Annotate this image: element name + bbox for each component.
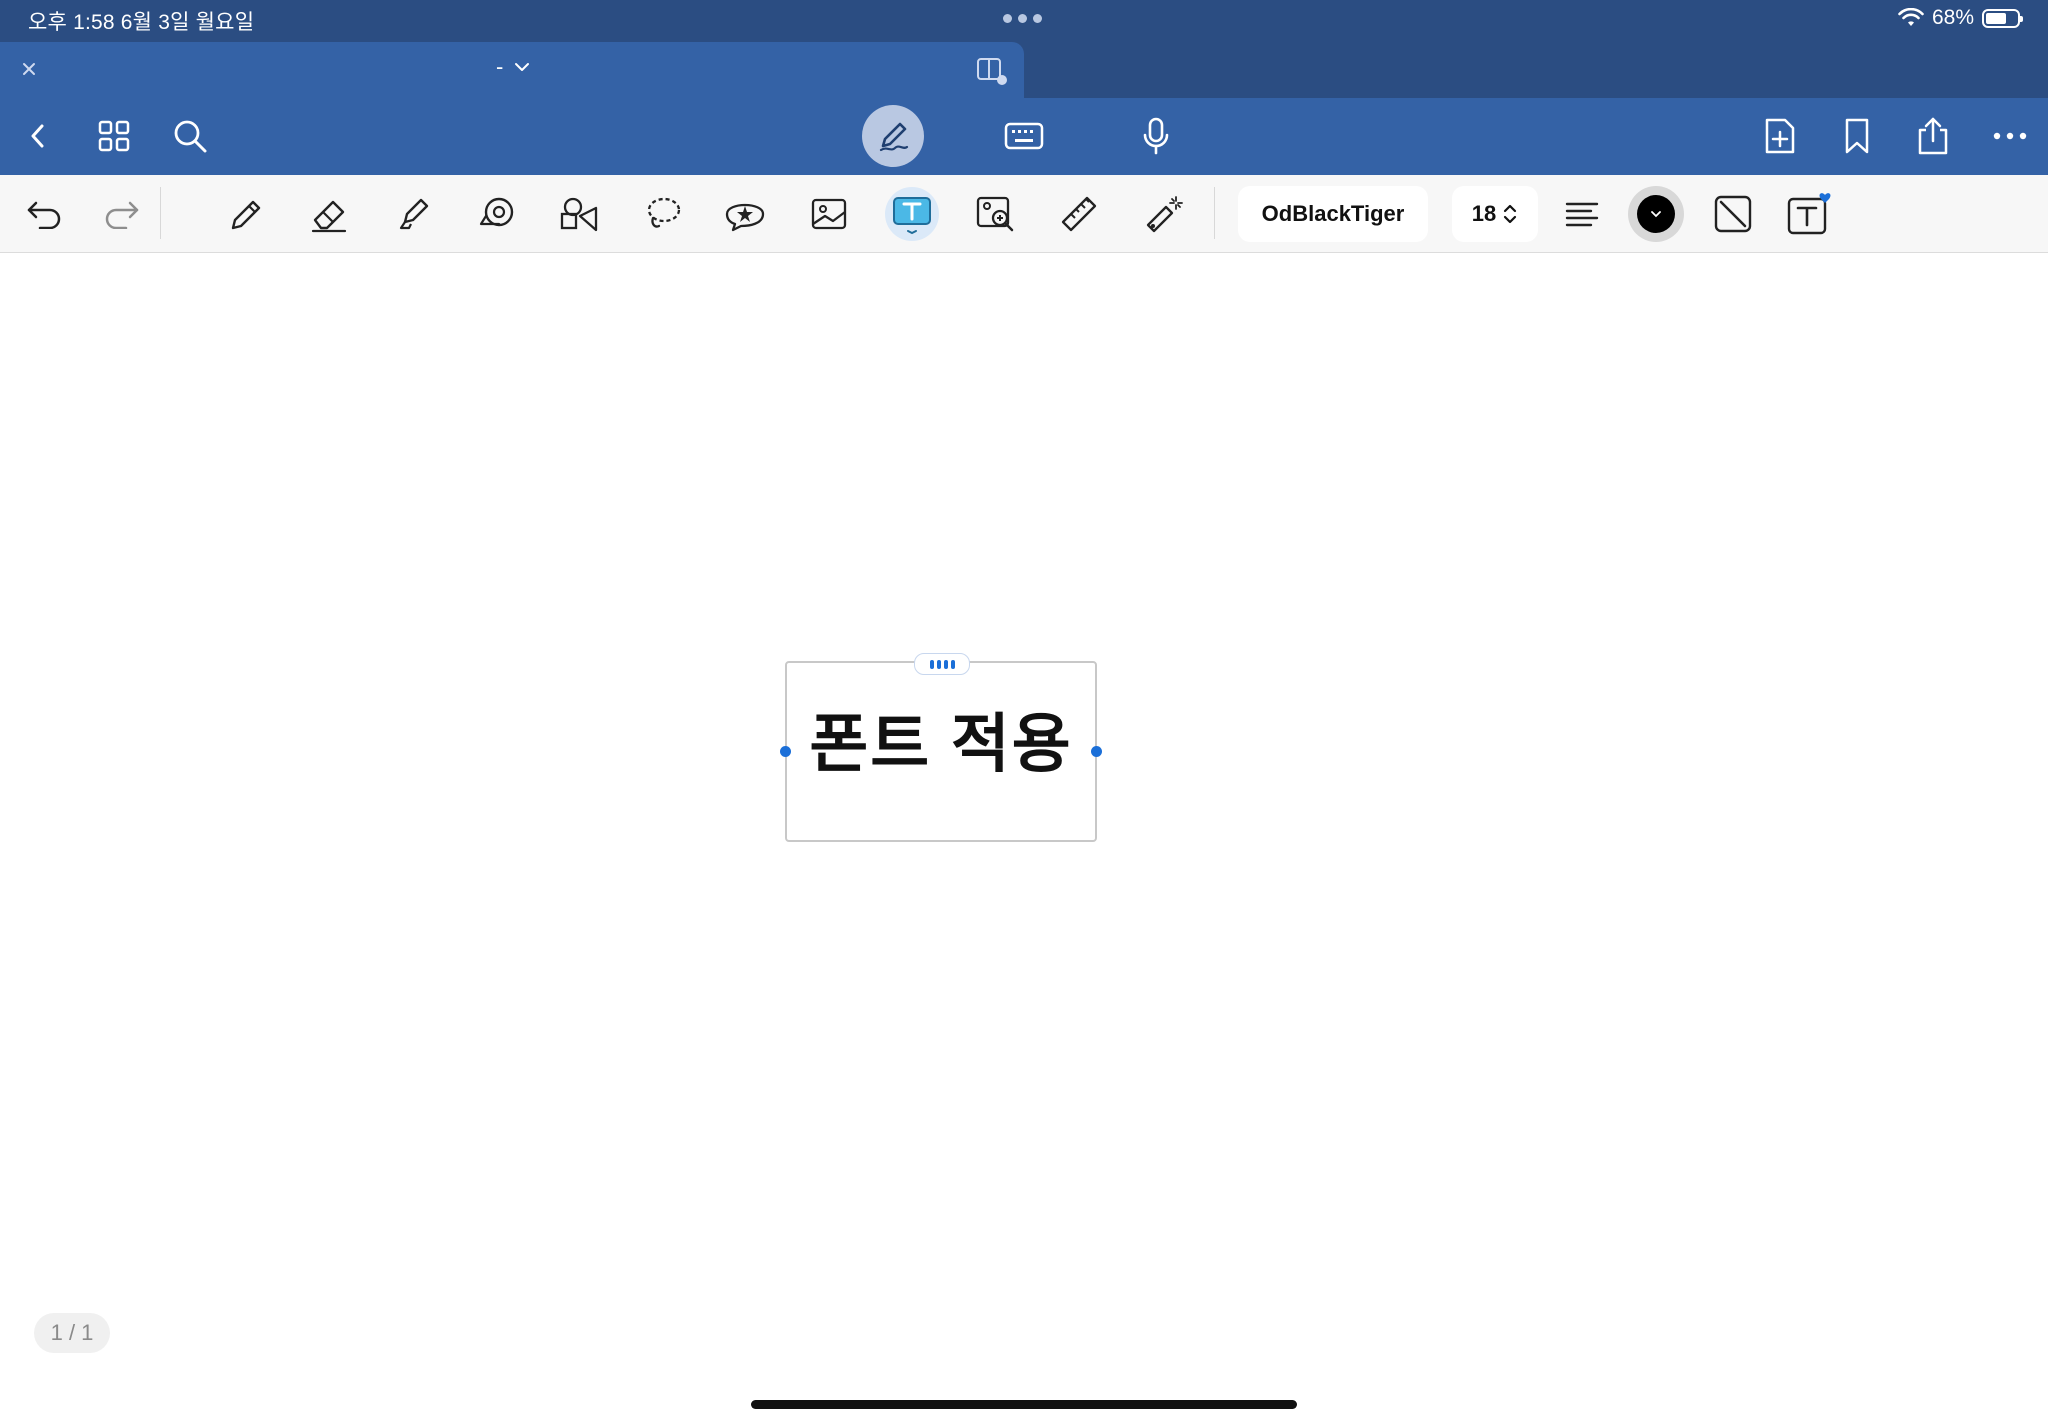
image-icon xyxy=(811,198,847,230)
drawing-toolbar: OdBlackTiger 18 xyxy=(0,175,2048,253)
shapes-tool[interactable] xyxy=(552,187,606,241)
bookmark-icon xyxy=(1845,118,1869,154)
back-button[interactable] xyxy=(10,108,66,164)
undo-icon xyxy=(27,201,61,229)
font-size-stepper[interactable]: 18 xyxy=(1452,186,1538,242)
pages-grid-button[interactable] xyxy=(86,108,142,164)
toolbar-divider xyxy=(160,187,161,239)
ruler-tool[interactable] xyxy=(1052,187,1106,241)
resize-handle-right[interactable] xyxy=(1091,746,1102,757)
chevron-up-down-icon xyxy=(1504,204,1517,224)
pen-tool[interactable] xyxy=(218,187,272,241)
status-bar: 오후 1:58 6월 3일 월요일 68% xyxy=(0,0,2048,42)
tape-icon xyxy=(479,197,514,227)
share-icon xyxy=(1918,117,1948,155)
text-box[interactable]: 폰트 적용 xyxy=(780,653,1102,842)
text-color-swatch xyxy=(1637,195,1675,233)
home-indicator[interactable] xyxy=(751,1400,1297,1409)
text-style-button[interactable] xyxy=(1782,187,1836,241)
window-title[interactable]: - xyxy=(496,54,531,80)
image-search-tool[interactable] xyxy=(969,187,1023,241)
add-page-icon xyxy=(1765,118,1795,154)
page-indicator[interactable]: 1 / 1 xyxy=(34,1313,110,1353)
add-page-button[interactable] xyxy=(1752,108,1808,164)
resize-handle-left[interactable] xyxy=(780,746,791,757)
keyboard-mode-button[interactable] xyxy=(996,108,1052,164)
sticker-icon xyxy=(725,203,765,232)
dictation-button[interactable] xyxy=(1128,108,1184,164)
text-box-content[interactable]: 폰트 적용 xyxy=(787,693,1095,785)
eraser-tool[interactable] xyxy=(302,187,356,241)
text-box-drag-handle[interactable] xyxy=(914,653,970,675)
split-view-icon[interactable] xyxy=(976,56,1008,86)
pencil-icon xyxy=(231,200,261,230)
status-right: 68% xyxy=(1898,6,2023,30)
toolbar-divider xyxy=(1214,187,1215,239)
window-bar: - xyxy=(0,42,2048,98)
close-icon[interactable] xyxy=(16,56,42,82)
status-time-date: 오후 1:58 6월 3일 월요일 xyxy=(28,11,255,34)
window-tab[interactable]: - xyxy=(0,42,1024,98)
bookmark-button[interactable] xyxy=(1829,108,1885,164)
chevron-down-icon xyxy=(1651,211,1661,218)
multitasking-dots-icon[interactable] xyxy=(1003,14,1047,26)
align-left-icon xyxy=(1565,202,1599,227)
microphone-icon xyxy=(1143,117,1169,155)
search-icon xyxy=(174,120,207,153)
image-tool[interactable] xyxy=(802,187,856,241)
text-box-tool[interactable] xyxy=(885,187,939,241)
text-align-button[interactable] xyxy=(1555,187,1609,241)
redo-button[interactable] xyxy=(94,187,148,241)
tape-tool[interactable] xyxy=(470,187,524,241)
window-title-text: - xyxy=(496,54,504,79)
redo-icon xyxy=(105,201,139,229)
chevron-down-icon[interactable] xyxy=(513,61,531,73)
sticker-tool[interactable] xyxy=(718,187,772,241)
lasso-icon xyxy=(647,197,681,228)
wifi-icon xyxy=(1898,8,1924,26)
handwriting-mode-button[interactable] xyxy=(862,105,924,167)
no-fill-icon xyxy=(1714,195,1752,233)
text-box-icon xyxy=(893,197,931,235)
share-button[interactable] xyxy=(1905,108,1961,164)
shapes-icon xyxy=(560,197,598,232)
eraser-icon xyxy=(311,200,347,233)
laser-pointer-icon xyxy=(1146,196,1183,233)
highlighter-tool[interactable] xyxy=(386,187,440,241)
background-color-button[interactable] xyxy=(1706,187,1760,241)
font-picker-button[interactable]: OdBlackTiger xyxy=(1238,186,1428,242)
lasso-tool[interactable] xyxy=(636,187,690,241)
image-search-icon xyxy=(976,196,1014,232)
search-button[interactable] xyxy=(162,108,218,164)
pen-write-icon xyxy=(879,122,909,152)
grid-icon xyxy=(98,120,130,152)
undo-button[interactable] xyxy=(18,187,72,241)
text-color-button[interactable] xyxy=(1628,186,1684,242)
highlighter-icon xyxy=(399,198,429,230)
battery-percent: 68% xyxy=(1931,6,1974,29)
text-style-icon xyxy=(1787,193,1831,235)
laser-pointer-tool[interactable] xyxy=(1136,187,1190,241)
ruler-icon xyxy=(1061,196,1097,232)
more-icon xyxy=(1993,132,2027,140)
font-size-value: 18 xyxy=(1471,201,1497,226)
app-toolbar xyxy=(0,98,2048,175)
battery-icon xyxy=(1982,8,2023,28)
keyboard-icon xyxy=(1004,122,1044,150)
back-icon xyxy=(31,124,44,148)
more-button[interactable] xyxy=(1982,108,2038,164)
